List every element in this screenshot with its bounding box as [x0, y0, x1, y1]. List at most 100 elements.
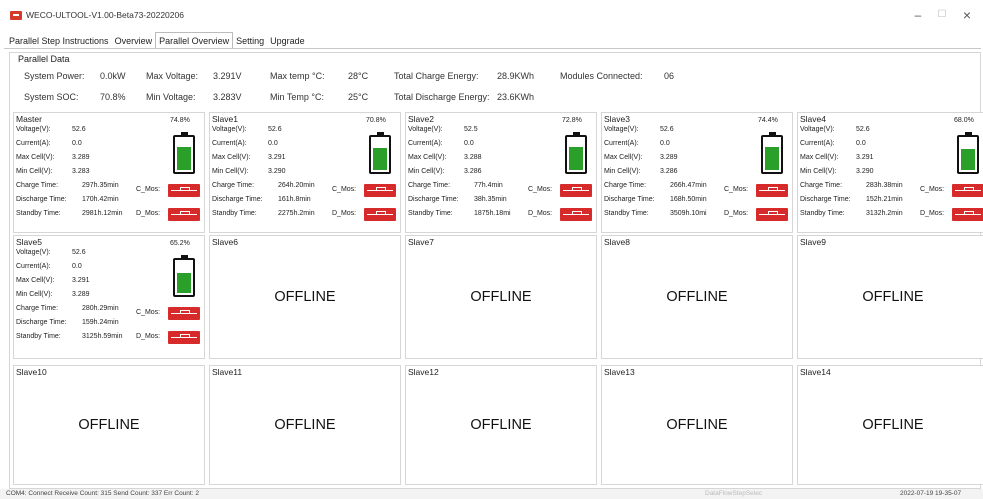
field-label: Voltage(V): — [800, 126, 835, 133]
c-mos-switch-icon[interactable] — [952, 184, 983, 197]
field-label: Voltage(V): — [16, 249, 51, 256]
standby-time-value: 3509h.10mi — [670, 210, 707, 217]
system-power-value: 0.0kW — [100, 71, 126, 81]
max-cell-value: 3.291 — [268, 154, 286, 161]
c-mos-label: C_Mos: — [724, 186, 749, 193]
close-button[interactable]: × — [955, 6, 979, 24]
c-mos-label: C_Mos: — [528, 186, 553, 193]
module-field-row: Max Cell(V): 3.289 — [16, 154, 90, 161]
field-label: Current(A): — [800, 140, 835, 147]
field-label: Standby Time: — [16, 333, 61, 340]
tab-setting[interactable]: Setting — [233, 33, 267, 49]
module-card: Slave4 Voltage(V): 52.6 Current(A): 0.0 Max C… — [797, 112, 983, 233]
max-cell-value: 3.289 — [72, 154, 90, 161]
module-field-row: Standby Time: 3509h.10mi — [604, 210, 707, 217]
d-mos-switch-icon[interactable] — [364, 208, 396, 221]
voltage-value: 52.5 — [464, 126, 478, 133]
module-field-row: Discharge Time: 168h.50min — [604, 196, 707, 203]
d-mos-switch-icon[interactable] — [168, 331, 200, 344]
c-mos-switch-icon[interactable] — [168, 184, 200, 197]
module-card: Slave10 OFFLINE — [13, 365, 205, 485]
module-name: Slave2 — [408, 114, 434, 124]
battery-cap — [769, 132, 776, 135]
voltage-value: 52.6 — [268, 126, 282, 133]
module-name: Slave9 — [800, 237, 826, 247]
field-label: Voltage(V): — [604, 126, 639, 133]
field-label: Min Cell(V): — [800, 168, 837, 175]
module-field-row: Voltage(V): 52.5 — [408, 126, 478, 133]
c-mos-switch-icon[interactable] — [168, 307, 200, 320]
total-discharge-energy-label: Total Discharge Energy: — [394, 92, 490, 102]
module-card: Slave1 Voltage(V): 52.6 Current(A): 0.0 Max C… — [209, 112, 401, 233]
title-bar: WECO-ULTOOL-V1.00-Beta73-20220206 – ☐ × — [0, 0, 983, 30]
field-label: Charge Time: — [212, 182, 255, 189]
d-mos-label: D_Mos: — [332, 210, 357, 217]
maximize-button[interactable]: ☐ — [930, 6, 954, 24]
battery-icon — [173, 132, 195, 174]
discharge-time-value: 161h.8min — [278, 196, 311, 203]
d-mos-label: D_Mos: — [136, 333, 161, 340]
field-label: Min Cell(V): — [16, 291, 53, 298]
module-field-row: Min Cell(V): 3.290 — [212, 168, 286, 175]
tab-overview[interactable]: Overview — [112, 33, 156, 49]
tab-parallel-overview[interactable]: Parallel Overview — [155, 32, 234, 49]
module-card: Slave5 Voltage(V): 52.6 Current(A): 0.0 Max C… — [13, 235, 205, 359]
status-bar: COM4: Connect Receive Count: 315 Send Co… — [0, 489, 983, 499]
module-field-row: Max Cell(V): 3.289 — [604, 154, 678, 161]
minimize-button[interactable]: – — [906, 6, 930, 24]
field-label: Max Cell(V): — [16, 277, 55, 284]
module-field-row: Charge Time: 266h.47min — [604, 182, 707, 189]
soc-percent: 74.4% — [758, 117, 778, 124]
module-field-row: Discharge Time: 152h.21min — [800, 196, 903, 203]
field-label: Standby Time: — [16, 210, 61, 217]
current-value: 0.0 — [464, 140, 474, 147]
field-label: Max Cell(V): — [408, 154, 447, 161]
field-label: Min Cell(V): — [408, 168, 445, 175]
battery-cap — [181, 132, 188, 135]
max-cell-value: 3.288 — [464, 154, 482, 161]
module-name: Slave13 — [604, 367, 635, 377]
module-name: Slave14 — [800, 367, 831, 377]
module-card: Slave14 OFFLINE — [797, 365, 983, 485]
offline-status: OFFLINE — [862, 417, 924, 433]
field-label: Discharge Time: — [800, 196, 851, 203]
field-label: Standby Time: — [800, 210, 845, 217]
d-mos-label: D_Mos: — [528, 210, 553, 217]
c-mos-switch-icon[interactable] — [364, 184, 396, 197]
battery-level — [177, 273, 191, 293]
c-mos-switch-icon[interactable] — [560, 184, 592, 197]
module-field-row: Max Cell(V): 3.291 — [16, 277, 90, 284]
discharge-time-value: 38h.35min — [474, 196, 507, 203]
module-field-row: Standby Time: 2981h.12min — [16, 210, 122, 217]
battery-icon — [173, 255, 195, 297]
d-mos-switch-icon[interactable] — [560, 208, 592, 221]
field-label: Standby Time: — [212, 210, 257, 217]
module-field-row: Charge Time: 280h.29min — [16, 305, 119, 312]
module-name: Slave1 — [212, 114, 238, 124]
tab-parallel-step-instructions[interactable]: Parallel Step Instructions — [6, 33, 112, 49]
offline-status: OFFLINE — [862, 289, 924, 305]
discharge-time-value: 152h.21min — [866, 196, 903, 203]
module-card: Slave6 OFFLINE — [209, 235, 401, 359]
module-card: Master Voltage(V): 52.6 Current(A): 0.0 Max C… — [13, 112, 205, 233]
battery-cap — [573, 132, 580, 135]
d-mos-switch-icon[interactable] — [756, 208, 788, 221]
min-cell-value: 3.286 — [660, 168, 678, 175]
d-mos-switch-icon[interactable] — [168, 208, 200, 221]
battery-level — [177, 147, 191, 170]
offline-status: OFFLINE — [78, 417, 140, 433]
module-card: Slave12 OFFLINE — [405, 365, 597, 485]
d-mos-switch-icon[interactable] — [952, 208, 983, 221]
module-field-row: Voltage(V): 52.6 — [800, 126, 870, 133]
c-mos-switch-icon[interactable] — [756, 184, 788, 197]
c-mos-label: C_Mos: — [136, 186, 161, 193]
system-soc-label: System SOC: — [24, 92, 79, 102]
parallel-data-title: Parallel Data — [18, 54, 70, 64]
field-label: Discharge Time: — [212, 196, 263, 203]
battery-icon — [369, 132, 391, 174]
field-label: Discharge Time: — [408, 196, 459, 203]
d-mos-label: D_Mos: — [136, 210, 161, 217]
total-charge-energy-value: 28.9KWh — [497, 71, 535, 81]
tab-upgrade[interactable]: Upgrade — [267, 33, 308, 49]
d-mos-label: D_Mos: — [724, 210, 749, 217]
